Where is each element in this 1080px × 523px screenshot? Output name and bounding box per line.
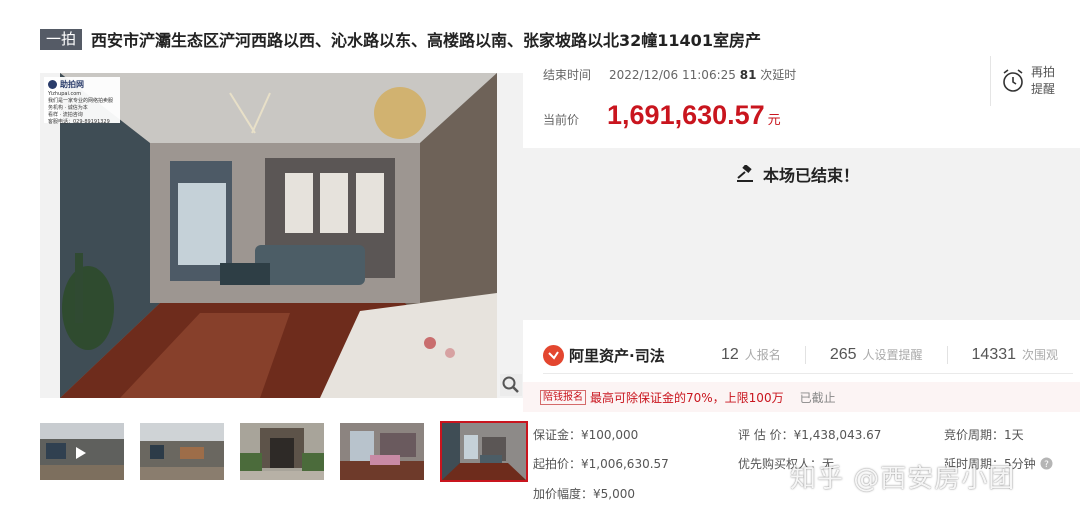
platform-name: 阿里资产·司法 [569, 346, 665, 365]
ali-logo-icon [543, 344, 564, 366]
auction-status-panel: 本场已结束！ [523, 148, 1080, 320]
delay-count: 81 [739, 68, 757, 82]
start-price: 起拍价：¥1,006,630.57 [533, 457, 669, 471]
divider [946, 346, 948, 364]
thumbnail-1[interactable] [40, 423, 124, 480]
signup-count: 12 [721, 346, 739, 363]
alarm-clock-icon [1003, 69, 1023, 92]
view-count: 14331 [971, 346, 1017, 363]
divider [804, 346, 806, 364]
watermark-logo: 助拍网 Yizhupai.com 我们是一家专业的网络拍卖服务机构 · 诚信为本… [44, 77, 120, 125]
current-price-row: 当前价 1,691,630.57 元 [543, 100, 781, 131]
current-price: 1,691,630.57 [607, 100, 765, 130]
deposit-amount: 保证金：¥100,000 [533, 428, 639, 442]
status-text: 本场已结束！ [763, 166, 860, 185]
help-icon[interactable]: ? [1040, 457, 1053, 470]
thumbnail-4[interactable] [340, 423, 424, 480]
remind-label: 再拍提醒 [1031, 65, 1056, 96]
deposit-loan-banner: 陪钱报名 最高可除保证金的70%，上限100万 已截止 [523, 382, 1080, 412]
platform-logo[interactable]: 阿里资产·司法 [543, 344, 721, 366]
watermark-brand: 助拍网 [60, 80, 84, 89]
auction-ended-message: 本场已结束！ [735, 162, 859, 186]
gavel-icon [737, 165, 753, 182]
bidding-cycle: 竞价周期：1天 [944, 428, 1024, 442]
zoom-icon[interactable] [500, 374, 522, 396]
listing-title: 西安市浐灞生态区浐河西路以西、沁水路以东、高楼路以南、张家坡路以北32幢1140… [91, 31, 761, 50]
living-room-photo [60, 73, 497, 398]
remind-button[interactable]: 再拍提醒 [990, 56, 1080, 106]
reminder-stat: 265 人设置提醒 [830, 346, 923, 364]
deposit-loan-status: 已截止 [799, 390, 836, 405]
bid-increment: 加价幅度：¥5,000 [533, 487, 635, 501]
reminder-count: 265 [829, 346, 857, 363]
thumbnail-2[interactable] [140, 423, 224, 480]
auction-round-tag: 一拍 [40, 28, 83, 50]
deposit-loan-tag[interactable]: 陪钱报名 [540, 389, 586, 405]
platform-stats-row: 阿里资产·司法 12 人报名 265 人设置提醒 14331 次围观 [543, 340, 1073, 370]
current-price-value: 1,691,630.57 元 [607, 100, 781, 131]
price-unit: 元 [767, 113, 781, 128]
reminder-label: 人设置提醒 [862, 348, 923, 362]
signup-label: 人报名 [744, 348, 781, 362]
view-stat: 14331 次围观 [972, 346, 1059, 364]
watermark-domain: Yizhupai.com [48, 91, 82, 97]
end-time-value: 2022/12/06 11:06:25 81 次延时 [609, 66, 796, 83]
thumbnail-3[interactable] [240, 423, 324, 480]
view-label: 次围观 [1022, 348, 1059, 362]
main-photo[interactable]: 助拍网 Yizhupai.com 我们是一家专业的网络拍卖服务机构 · 诚信为本… [40, 73, 523, 398]
watermark-line1: 我们是一家专业的网络拍卖服务机构 · 诚信为本 [48, 98, 114, 111]
end-time: 2022/12/06 11:06:25 [609, 68, 736, 82]
deposit-loan-text: 最高可除保证金的70%，上限100万 [590, 390, 784, 405]
title-row: 一拍 西安市浐灞生态区浐河西路以西、沁水路以东、高楼路以南、张家坡路以北32幢1… [40, 27, 761, 51]
end-time-row: 结束时间 2022/12/06 11:06:25 81 次延时 [543, 66, 796, 83]
end-time-label: 结束时间 [543, 68, 592, 82]
watermark-line2: 看样 · 流拍咨询 [48, 112, 83, 118]
thumbnail-5-selected[interactable] [440, 421, 528, 482]
current-price-label: 当前价 [543, 113, 580, 127]
logo-icon [48, 80, 57, 89]
delay-suffix: 次延时 [760, 68, 797, 82]
divider-line [543, 373, 1073, 374]
watermark-line3: 客服电话：029-89191329 [48, 119, 110, 125]
zhihu-watermark: 知乎 @西安房小团 [790, 464, 1016, 494]
appraisal-price: 评 估 价：¥1,438,043.67 [738, 428, 882, 442]
svg-text:?: ? [1044, 460, 1049, 470]
thumbnail-strip [40, 421, 544, 482]
signup-stat: 12 人报名 [721, 346, 781, 364]
